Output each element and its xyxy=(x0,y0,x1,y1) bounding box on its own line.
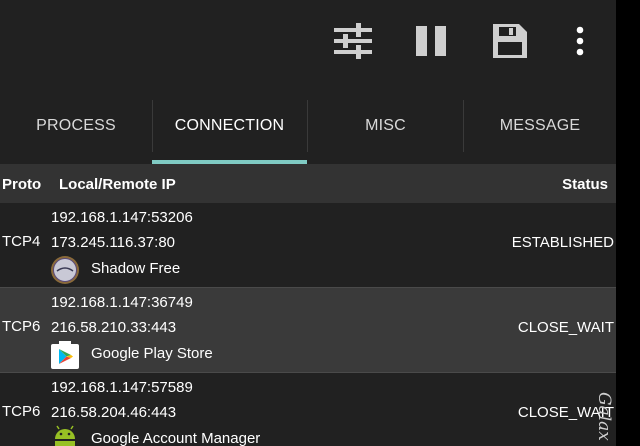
android-icon xyxy=(50,425,80,446)
row-app-name: Google Play Store xyxy=(91,345,213,362)
tab-process[interactable]: PROCESS xyxy=(0,88,152,164)
row-app-name: Google Account Manager xyxy=(91,430,261,446)
header-ip: Local/Remote IP xyxy=(59,176,176,193)
row-proto: TCP4 xyxy=(2,233,41,250)
row-remote-ip: 173.245.116.37:80 xyxy=(51,234,176,251)
row-proto: TCP6 xyxy=(2,318,41,335)
device-edge xyxy=(616,0,640,446)
tab-misc[interactable]: MISC xyxy=(307,88,464,164)
tune-icon[interactable] xyxy=(330,18,376,64)
watermark-text: Galax xyxy=(594,392,614,441)
table-header: Proto Local/Remote IP Status xyxy=(0,164,616,203)
tab-message[interactable]: MESSAGE xyxy=(464,88,616,164)
shadow-app-icon xyxy=(50,255,80,285)
app-window: PROCESS CONNECTION MISC MESSAGE Proto Lo… xyxy=(0,0,616,446)
save-icon[interactable] xyxy=(487,18,533,64)
more-vert-icon[interactable] xyxy=(557,18,603,64)
row-remote-ip: 216.58.210.33:443 xyxy=(51,319,177,336)
row-status: ESTABLISHED xyxy=(511,234,614,251)
row-proto: TCP6 xyxy=(2,403,41,420)
table-row[interactable]: TCP6 192.168.1.147:36749 216.58.210.33:4… xyxy=(0,288,616,372)
toolbar xyxy=(0,0,616,88)
tab-bar: PROCESS CONNECTION MISC MESSAGE xyxy=(0,88,616,164)
table-row[interactable]: TCP6 192.168.1.147:57589 216.58.204.46:4… xyxy=(0,373,616,446)
tab-connection[interactable]: CONNECTION xyxy=(152,88,307,164)
header-status: Status xyxy=(562,176,608,193)
row-local-ip: 192.168.1.147:53206 xyxy=(51,209,193,226)
row-app-name: Shadow Free xyxy=(91,260,181,277)
row-remote-ip: 216.58.204.46:443 xyxy=(51,404,177,421)
header-proto: Proto xyxy=(2,176,42,193)
row-local-ip: 192.168.1.147:36749 xyxy=(51,294,193,311)
row-status: CLOSE_WAIT xyxy=(517,319,614,336)
pause-icon[interactable] xyxy=(408,18,454,64)
table-row[interactable]: TCP4 192.168.1.147:53206 173.245.116.37:… xyxy=(0,203,616,287)
row-local-ip: 192.168.1.147:57589 xyxy=(51,379,193,396)
play-store-icon xyxy=(50,340,80,370)
